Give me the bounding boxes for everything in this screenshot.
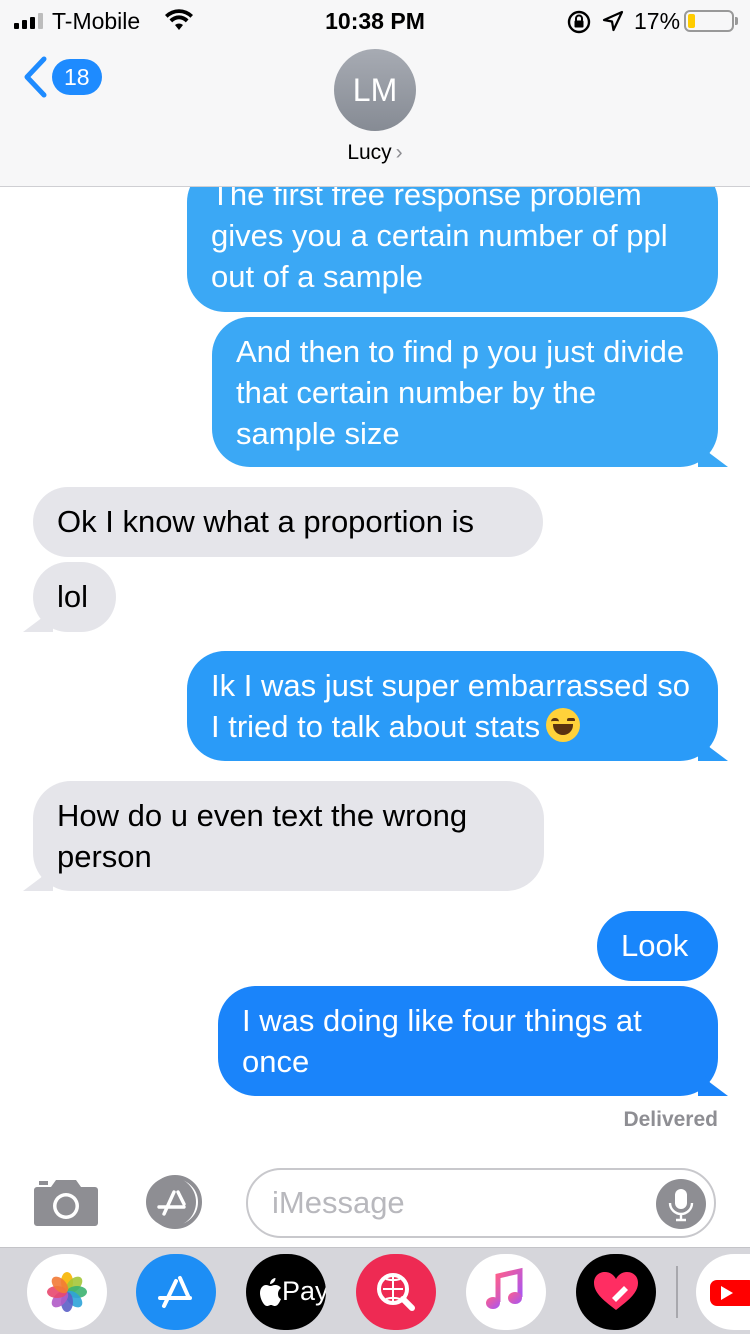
face-with-tears-of-joy-icon: [546, 708, 581, 742]
status-bar: T-Mobile 10:38 PM 17%: [0, 0, 750, 40]
message-bubble[interactable]: The first free response problem gives yo…: [187, 187, 718, 312]
compose-bar: [0, 1157, 750, 1247]
camera-icon[interactable]: [33, 1177, 99, 1227]
imessage-input[interactable]: [246, 1168, 716, 1238]
music-app-icon[interactable]: [466, 1254, 546, 1330]
search-images-app-icon[interactable]: [356, 1254, 436, 1330]
chevron-left-icon: [24, 56, 47, 98]
app-drawer: Pay: [0, 1247, 750, 1334]
message-bubble[interactable]: Ok I know what a proportion is: [33, 487, 543, 557]
signal-icon: [14, 13, 43, 29]
message-bubble[interactable]: Look: [597, 911, 718, 981]
wifi-icon: [165, 9, 193, 30]
app-store-icon[interactable]: [140, 1175, 210, 1229]
delivered-status: Delivered: [623, 1108, 718, 1131]
battery-percent: 17%: [634, 8, 681, 34]
app-store-app-icon[interactable]: [136, 1254, 216, 1330]
message-text: Look: [621, 928, 689, 963]
digital-touch-app-icon[interactable]: [576, 1254, 656, 1330]
battery-fill: [688, 14, 695, 28]
youtube-app-icon[interactable]: [696, 1254, 750, 1330]
message-bubble[interactable]: And then to find p you just divide that …: [212, 317, 718, 467]
location-icon: [602, 10, 624, 32]
message-text: The first free response problem gives yo…: [211, 187, 668, 294]
message-text: lol: [57, 579, 89, 614]
message-text: Ok I know what a proportion is: [57, 504, 474, 539]
drawer-divider: [676, 1266, 678, 1318]
apple-pay-app-icon[interactable]: Pay: [246, 1254, 326, 1330]
message-list[interactable]: The first free response problem gives yo…: [0, 187, 750, 1157]
message-bubble[interactable]: lol: [33, 562, 116, 632]
microphone-icon[interactable]: [656, 1179, 706, 1229]
message-text: I was doing like four things at once: [242, 1003, 642, 1079]
back-button[interactable]: 18: [22, 56, 102, 98]
message-bubble[interactable]: Ik I was just super embarrassed so I tri…: [187, 651, 718, 761]
contact-name: Lucy: [347, 141, 392, 164]
message-text: Ik I was just super embarrassed so I tri…: [211, 651, 694, 747]
message-text: How do u even text the wrong person: [57, 798, 468, 874]
message-bubble[interactable]: I was doing like four things at once: [218, 986, 718, 1096]
orientation-lock-icon: [567, 10, 591, 34]
conversation-header: T-Mobile 10:38 PM 17% 18 LM Lucy ›: [0, 0, 750, 187]
contact-name-button[interactable]: Lucy ›: [0, 141, 750, 165]
message-text-content: Ik I was just super embarrassed so I tri…: [211, 668, 690, 744]
chevron-right-icon: ›: [395, 141, 403, 164]
battery-icon: [684, 10, 738, 32]
message-text: And then to find p you just divide that …: [236, 334, 685, 451]
photos-app-icon[interactable]: [27, 1254, 107, 1330]
carrier-label: T-Mobile: [52, 8, 141, 34]
apple-pay-label: Pay: [282, 1276, 326, 1306]
unread-count-badge: 18: [52, 59, 102, 95]
message-bubble[interactable]: How do u even text the wrong person: [33, 781, 544, 891]
contact-avatar[interactable]: LM: [334, 49, 416, 131]
